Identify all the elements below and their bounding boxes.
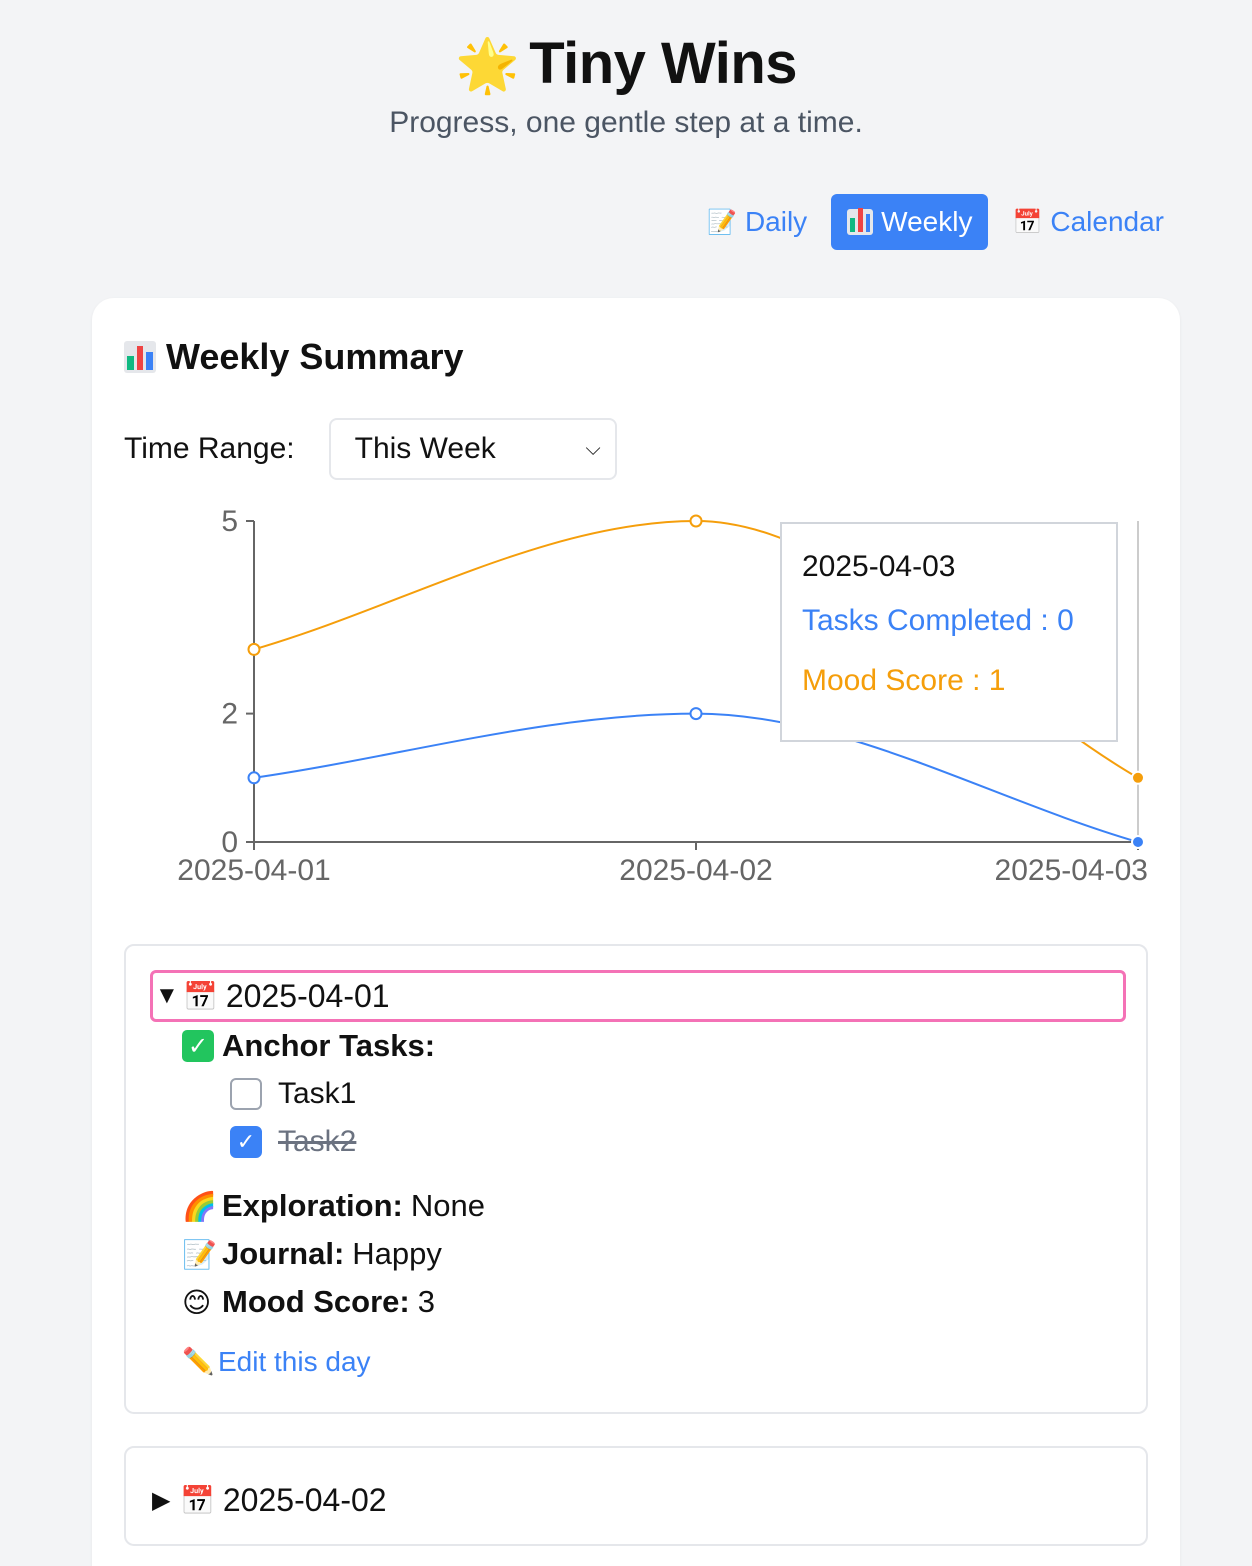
- calendar-icon: 📅: [183, 979, 218, 1013]
- day-content: ✓ Anchor Tasks: Task1 ✓ Task2 🌈 Explorat…: [182, 1022, 485, 1378]
- anchor-tasks-heading: ✓ Anchor Tasks:: [182, 1022, 485, 1070]
- data-point: [689, 707, 703, 721]
- journal-label: Journal:: [222, 1236, 345, 1271]
- x-tick-label: 2025-04-02: [619, 854, 772, 887]
- section-title-text: Weekly Summary: [166, 336, 464, 377]
- bar-chart-icon: [124, 341, 156, 373]
- edit-day-label: Edit this day: [218, 1346, 371, 1377]
- star-icon: 🌟: [454, 36, 520, 96]
- journal-row: 📝 Journal: Happy: [182, 1230, 485, 1278]
- day-summary-toggle[interactable]: ▶ 📅 2025-04-02: [150, 1474, 1126, 1526]
- check-mark-icon: ✓: [182, 1030, 214, 1062]
- app-title: 🌟 Tiny Wins: [0, 28, 1252, 102]
- time-range-select[interactable]: This Week ⌵: [328, 418, 617, 480]
- time-range-value: This Week: [354, 432, 496, 465]
- task-label: Task2: [278, 1125, 357, 1158]
- data-point: [247, 771, 261, 785]
- view-nav: 📝 Daily Weekly 📅 Calendar: [691, 194, 1180, 250]
- x-tick-label: 2025-04-01: [177, 854, 330, 887]
- day-date: 2025-04-02: [222, 1481, 387, 1518]
- task-label: Task1: [278, 1077, 357, 1110]
- day-summary-toggle[interactable]: ▼ 📅 2025-04-01: [150, 970, 1126, 1022]
- nav-daily-label: Daily: [744, 206, 808, 237]
- triangle-down-icon: ▼: [155, 982, 179, 1009]
- day-details-2025-04-02: ▶ 📅 2025-04-02: [124, 1446, 1148, 1546]
- data-point: [1131, 770, 1145, 785]
- rainbow-icon: 🌈: [182, 1189, 217, 1223]
- nav-weekly-button[interactable]: Weekly: [831, 194, 989, 250]
- exploration-label: Exploration:: [222, 1188, 403, 1223]
- pencil-icon: ✏️: [182, 1347, 215, 1377]
- mood-label: Mood Score:: [222, 1284, 410, 1319]
- section-title: Weekly Summary: [124, 336, 464, 378]
- mood-row: 😊 Mood Score: 3: [182, 1278, 485, 1326]
- y-tick-label: 5: [221, 508, 238, 538]
- time-range-label: Time Range:: [124, 432, 295, 465]
- exploration-row: 🌈 Exploration: None: [182, 1182, 485, 1230]
- nav-weekly-label: Weekly: [881, 206, 973, 237]
- nav-calendar-label: Calendar: [1050, 206, 1164, 237]
- exploration-value: None: [410, 1188, 485, 1223]
- nav-calendar-button[interactable]: 📅 Calendar: [996, 194, 1180, 250]
- data-point: [689, 514, 703, 528]
- triangle-right-icon: ▶: [152, 1486, 171, 1514]
- calendar-icon: 📅: [180, 1483, 215, 1517]
- data-point: [1131, 835, 1145, 849]
- journal-value: Happy: [352, 1236, 442, 1271]
- x-tick-label: 2025-04-03: [995, 854, 1148, 887]
- y-tick-label: 2: [221, 698, 238, 731]
- data-point: [247, 642, 261, 656]
- time-range-row: Time Range: This Week ⌵: [124, 418, 617, 480]
- app-subtitle: Progress, one gentle step at a time.: [389, 106, 863, 139]
- tooltip-tasks: Tasks Completed : 0: [802, 604, 1074, 637]
- day-date: 2025-04-01: [225, 977, 390, 1014]
- day-details-2025-04-01: ▼ 📅 2025-04-01 ✓ Anchor Tasks: Task1 ✓ T…: [124, 944, 1148, 1414]
- weekly-summary-card: Weekly Summary Time Range: This Week ⌵ 0…: [92, 298, 1180, 1566]
- tooltip-mood: Mood Score : 1: [802, 664, 1006, 697]
- mood-value: 3: [417, 1284, 435, 1319]
- memo-icon: 📝: [707, 208, 737, 236]
- bar-chart-icon: [847, 208, 874, 235]
- task-checkbox[interactable]: [230, 1078, 262, 1110]
- task-item: ✓ Task2: [230, 1118, 485, 1166]
- task-checkbox[interactable]: ✓: [230, 1126, 262, 1158]
- app-title-text: Tiny Wins: [529, 31, 798, 96]
- calendar-icon: 📅: [1012, 208, 1043, 236]
- app-header: 🌟 Tiny Wins Progress, one gentle step at …: [0, 0, 1252, 140]
- chart-tooltip: 2025-04-03 Tasks Completed : 0 Mood Scor…: [780, 522, 1118, 742]
- memo-icon: 📝: [182, 1237, 217, 1271]
- edit-day-link[interactable]: ✏️ Edit this day: [182, 1346, 485, 1378]
- task-item: Task1: [230, 1070, 485, 1118]
- chevron-down-icon: ⌵: [585, 437, 601, 460]
- tooltip-date: 2025-04-03: [802, 550, 956, 583]
- smiley-icon: 😊: [182, 1285, 212, 1319]
- nav-daily-button[interactable]: 📝 Daily: [691, 194, 823, 250]
- anchor-tasks-label: Anchor Tasks:: [222, 1028, 436, 1063]
